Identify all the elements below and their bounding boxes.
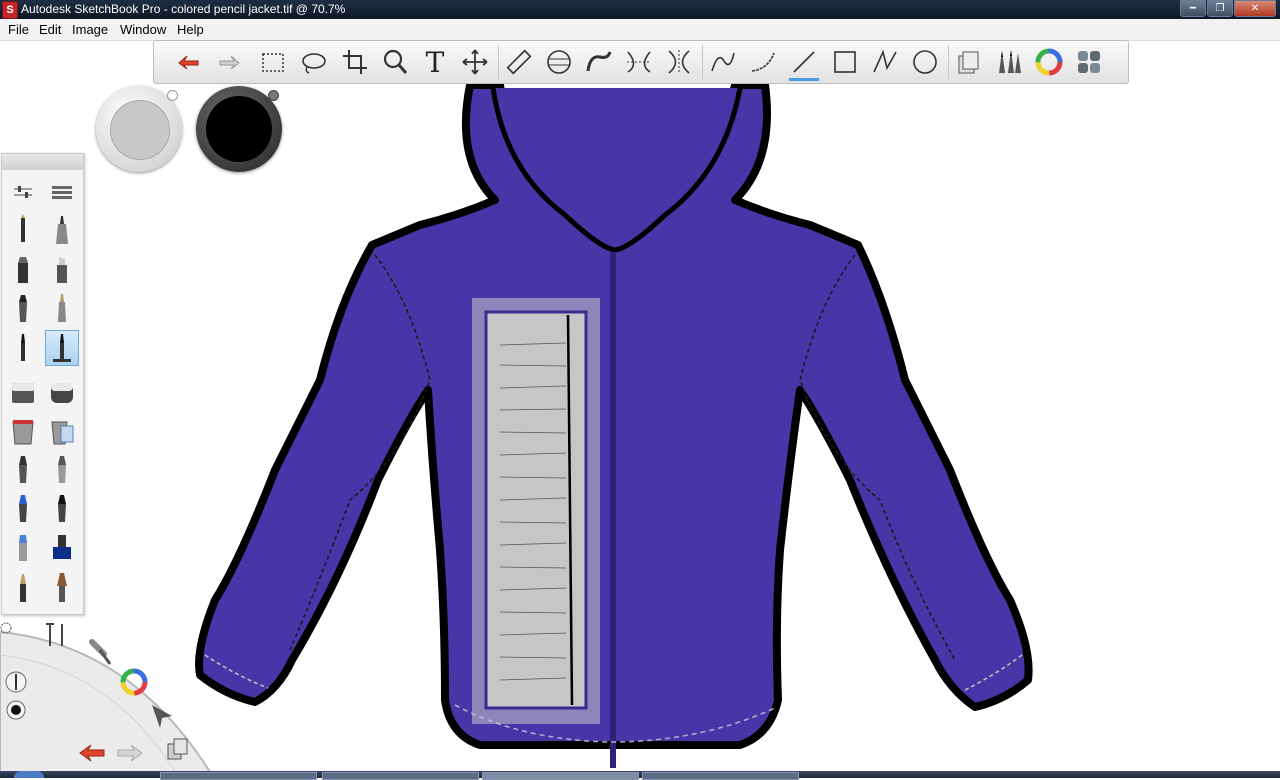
start-button[interactable] (14, 771, 44, 778)
move-icon[interactable] (458, 45, 492, 79)
ruler-icon[interactable] (502, 45, 536, 79)
taskbar-item[interactable] (160, 772, 317, 780)
toolbar-separator (948, 45, 949, 79)
minimize-button[interactable]: ━ (1180, 0, 1206, 17)
jacket-drawing (195, 82, 1033, 768)
menu-edit[interactable]: Edit (39, 22, 61, 37)
brush-palette-header[interactable] (2, 154, 83, 170)
text-icon[interactable]: T (418, 45, 452, 79)
sketchbook-app-icon[interactable]: S (2, 1, 18, 19)
calligraphy-pen-icon[interactable] (45, 491, 79, 527)
swatch-dot-icon (167, 90, 178, 101)
taskbar-item[interactable] (642, 772, 799, 780)
maximize-button[interactable]: ❐ (1207, 0, 1233, 17)
title-bar: S Autodesk SketchBook Pro - colored penc… (0, 0, 1280, 19)
symmetry-y-icon[interactable] (662, 45, 696, 79)
blue-marker-icon[interactable] (6, 530, 40, 566)
text-tool-glyph: T (425, 45, 445, 79)
copic-palette-icon[interactable] (1072, 45, 1106, 79)
straight-line-icon[interactable] (787, 45, 821, 81)
french-curve-icon[interactable] (582, 45, 616, 79)
circle-icon[interactable] (908, 45, 942, 79)
pencil-brush-icon[interactable] (6, 213, 40, 249)
gradient-fill-icon[interactable] (45, 413, 79, 449)
paint-brush-icon[interactable] (45, 569, 79, 605)
watercolor-brush-icon[interactable] (6, 569, 40, 605)
primary-color-swatch[interactable] (96, 86, 182, 172)
brushes-icon[interactable] (992, 45, 1026, 79)
marker-brush-icon[interactable] (6, 252, 40, 288)
layers-icon[interactable] (952, 45, 986, 79)
secondary-color-fill (206, 96, 272, 162)
rectangle-icon[interactable] (828, 45, 862, 79)
curve-icon[interactable] (746, 45, 780, 79)
ink-bottle-icon[interactable] (45, 530, 79, 566)
toolbar-separator (702, 45, 703, 79)
lagoon-radial-menu (0, 622, 212, 772)
menu-help[interactable]: Help (177, 22, 204, 37)
undo-icon[interactable] (172, 45, 206, 79)
line-icon[interactable] (706, 45, 740, 79)
close-button[interactable]: ✕ (1234, 0, 1276, 17)
zoom-icon[interactable] (378, 45, 412, 79)
toolbar-separator (498, 45, 499, 79)
soft-eraser-icon[interactable] (45, 374, 79, 410)
menu-window[interactable]: Window (120, 22, 166, 37)
selected-brush-icon[interactable] (45, 330, 79, 366)
primary-color-fill (110, 100, 170, 160)
technical-pen-icon[interactable] (45, 213, 79, 249)
rect-select-icon[interactable] (256, 45, 290, 79)
felt-tip-icon[interactable] (45, 252, 79, 288)
fill-bucket-icon[interactable] (6, 413, 40, 449)
smudge-brush-icon[interactable] (45, 452, 79, 488)
hard-eraser-icon[interactable] (6, 374, 40, 410)
lasso-icon[interactable] (297, 45, 331, 79)
color-wheel-icon[interactable] (1032, 45, 1066, 79)
window-title: Autodesk SketchBook Pro - colored pencil… (21, 2, 346, 16)
menu-image[interactable]: Image (72, 22, 108, 37)
symmetry-x-icon[interactable] (622, 45, 656, 79)
blue-ink-pen-icon[interactable] (6, 491, 40, 527)
crop-icon[interactable] (338, 45, 372, 79)
taskbar-item[interactable] (322, 772, 479, 780)
menu-bar: File Edit Image Window Help (0, 19, 1280, 41)
ink-pen-icon[interactable] (6, 291, 40, 327)
windows-taskbar (0, 771, 1280, 780)
fine-brush-icon[interactable] (6, 330, 40, 366)
brush-list-icon[interactable] (45, 174, 79, 210)
airbrush-icon[interactable] (45, 291, 79, 327)
lagoon-opacity-dot (11, 705, 21, 715)
polyline-icon[interactable] (868, 45, 902, 79)
swatch-dot-icon (268, 90, 279, 101)
menu-file[interactable]: File (8, 22, 29, 37)
redo-icon[interactable] (212, 45, 246, 79)
ellipse-guide-icon[interactable] (542, 45, 576, 79)
chisel-brush-icon[interactable] (6, 452, 40, 488)
brush-palette (1, 153, 84, 615)
taskbar-item-active[interactable] (482, 772, 639, 780)
secondary-color-swatch[interactable] (196, 86, 282, 172)
main-toolbar: T (153, 40, 1129, 84)
brush-properties-icon[interactable] (6, 174, 40, 210)
window-controls: ━ ❐ ✕ (1179, 0, 1276, 17)
